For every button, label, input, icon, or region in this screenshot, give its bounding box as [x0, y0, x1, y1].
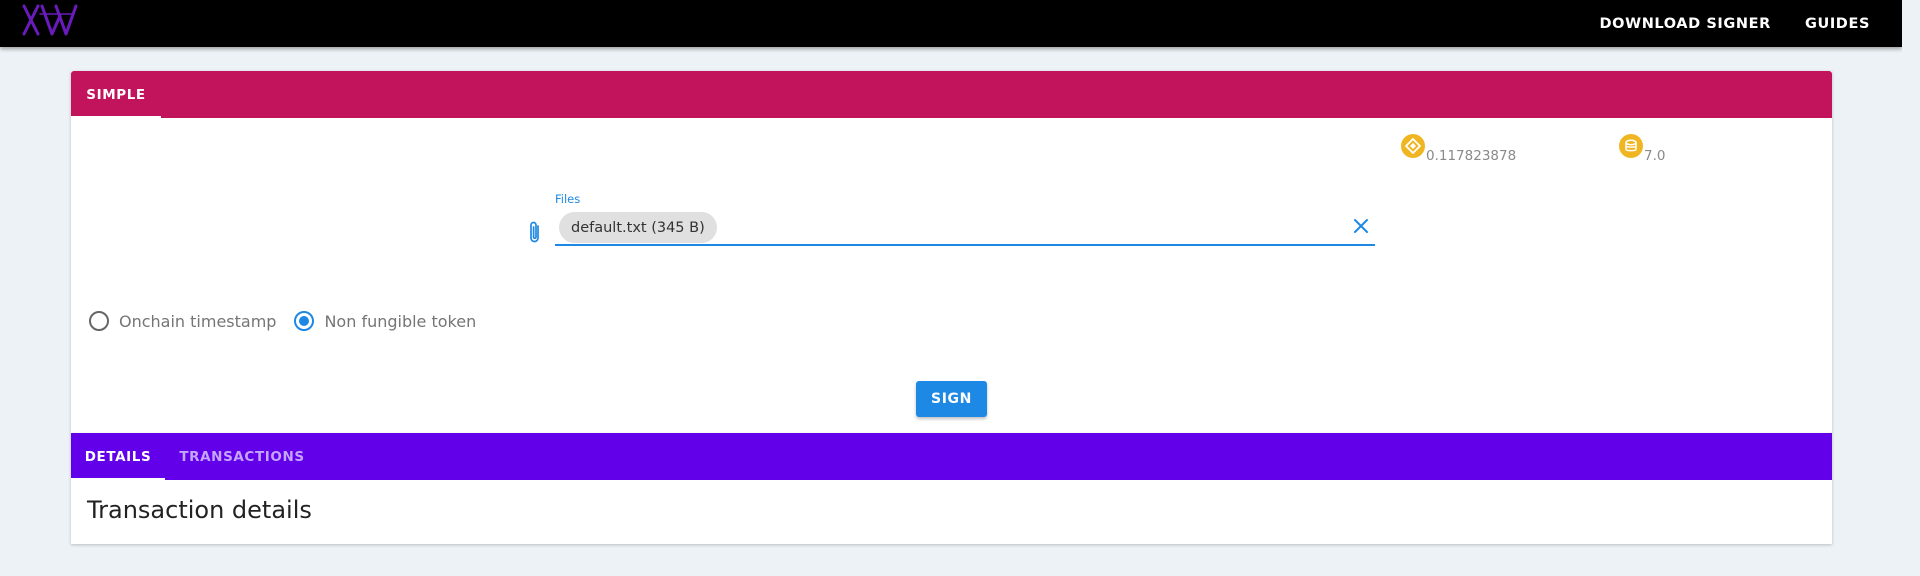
signing-card: SIMPLE 0.117823878 7.0 Files default.txt…	[71, 71, 1832, 433]
radio-onchain-indicator[interactable]	[89, 311, 109, 331]
tab-simple[interactable]: SIMPLE	[71, 71, 161, 118]
guides-link[interactable]: GUIDES	[1805, 16, 1870, 32]
coin-stack-icon	[1619, 134, 1643, 158]
tab-transactions[interactable]: TRANSACTIONS	[167, 433, 317, 480]
balance-primary: 0.117823878	[1401, 134, 1516, 164]
mode-radio-group: Onchain timestamp Non fungible token	[89, 311, 476, 331]
details-card: DETAILS TRANSACTIONS Transaction details	[71, 433, 1832, 544]
tab-details[interactable]: DETAILS	[71, 433, 165, 480]
radio-nft-label: Non fungible token	[324, 311, 477, 331]
files-input[interactable]: Files default.txt (345 B)	[526, 192, 1375, 246]
top-app-bar: DOWNLOAD SIGNER GUIDES	[0, 0, 1902, 47]
details-tab-bar: DETAILS TRANSACTIONS	[71, 433, 1832, 480]
coin-diamond-icon	[1401, 134, 1425, 158]
radio-onchain-timestamp[interactable]: Onchain timestamp	[89, 311, 276, 331]
balance-secondary: 7.0	[1619, 134, 1665, 164]
balance-secondary-value: 7.0	[1644, 148, 1666, 164]
section-title: Transaction details	[87, 496, 312, 524]
radio-nft-indicator[interactable]	[294, 311, 315, 331]
files-label: Files	[555, 192, 581, 206]
radio-non-fungible-token[interactable]: Non fungible token	[294, 311, 476, 331]
paperclip-icon[interactable]	[526, 220, 544, 246]
balance-primary-value: 0.117823878	[1426, 148, 1517, 164]
mode-tab-bar: SIMPLE	[71, 71, 1832, 118]
page-scroll-gutter	[1902, 0, 1920, 576]
top-nav: DOWNLOAD SIGNER GUIDES	[1600, 0, 1870, 47]
sign-button[interactable]: SIGN	[916, 381, 987, 417]
file-chip[interactable]: default.txt (345 B)	[559, 212, 717, 243]
files-field[interactable]: default.txt (345 B)	[555, 208, 1375, 246]
clear-files-icon[interactable]	[1349, 214, 1373, 238]
xv-logo[interactable]	[22, 4, 78, 36]
radio-onchain-label: Onchain timestamp	[119, 311, 277, 331]
download-signer-link[interactable]: DOWNLOAD SIGNER	[1600, 16, 1771, 32]
